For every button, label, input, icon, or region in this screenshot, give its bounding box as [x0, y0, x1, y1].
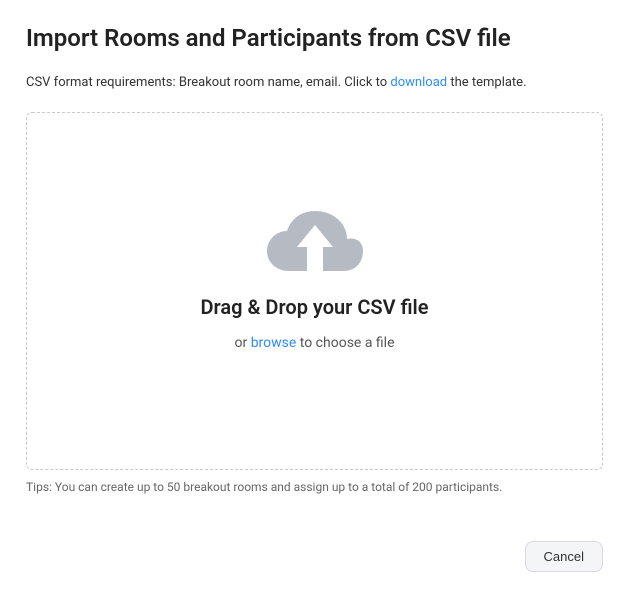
or-text: or [234, 335, 250, 351]
dropzone-heading: Drag & Drop your CSV file [201, 295, 429, 319]
browse-link[interactable]: browse [251, 335, 297, 351]
tips-text: Tips: You can create up to 50 breakout r… [26, 480, 603, 494]
desc-suffix: the template. [447, 75, 526, 90]
choose-text: to choose a file [296, 335, 394, 351]
dialog-footer: Cancel [525, 541, 603, 572]
dialog-title: Import Rooms and Participants from CSV f… [26, 24, 603, 52]
csv-dropzone[interactable]: Drag & Drop your CSV file or browse to c… [26, 112, 603, 470]
csv-format-description: CSV format requirements: Breakout room n… [26, 74, 603, 92]
cancel-button[interactable]: Cancel [525, 541, 603, 572]
import-csv-dialog: Import Rooms and Participants from CSV f… [0, 0, 629, 590]
upload-cloud-icon [263, 201, 367, 277]
download-template-link[interactable]: download [390, 75, 447, 90]
desc-prefix: CSV format requirements: Breakout room n… [26, 75, 390, 90]
browse-line: or browse to choose a file [234, 335, 394, 351]
